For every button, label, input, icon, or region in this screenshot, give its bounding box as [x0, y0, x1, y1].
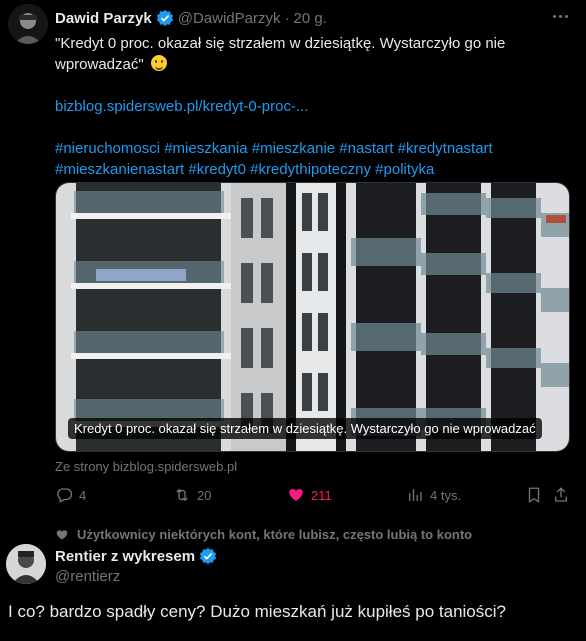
verified-badge-icon — [199, 547, 217, 565]
hashtags-line1[interactable]: #nieruchomosci #mieszkania #mieszkanie #… — [55, 140, 493, 157]
social-context: Użytkownicy niektórych kont, które lubis… — [55, 527, 472, 542]
retweet-count: 20 — [197, 487, 212, 503]
tweet-actions: 4 20 211 4 tys. — [55, 486, 570, 506]
building-photo — [56, 183, 569, 451]
hashtags-line2[interactable]: #mieszkanienastart #kredyt0 #kredythipot… — [55, 161, 434, 178]
heart-icon — [56, 529, 68, 540]
article-link[interactable]: bizblog.spidersweb.pl/kredyt-0-proc-... — [55, 98, 308, 115]
reply-header: Rentier z wykresem — [55, 547, 221, 565]
tweet-text-line1: "Kredyt 0 proc. okazał się strzałem w dz… — [55, 35, 506, 52]
reply-author-avatar[interactable] — [6, 544, 46, 584]
view-count: 4 tys. — [430, 487, 462, 503]
reply-author-name[interactable]: Rentier z wykresem — [55, 548, 195, 565]
share-icon — [555, 487, 567, 502]
reply-icon — [57, 488, 73, 503]
tweet-time[interactable]: 20 g. — [293, 10, 326, 27]
views-icon — [409, 489, 422, 501]
social-context-text: Użytkownicy niektórych kont, które lubis… — [77, 527, 473, 542]
reply-author-handle[interactable]: @rentierz — [55, 568, 120, 585]
grinning-face-emoji-icon — [150, 55, 167, 71]
more-options-icon[interactable] — [550, 9, 570, 23]
retweet-icon — [176, 488, 188, 502]
like-button[interactable]: 211 — [287, 486, 332, 504]
author-avatar[interactable] — [8, 4, 48, 44]
separator-dot: · — [284, 9, 290, 27]
tweet-header: Dawid Parzyk @DawidParzyk · 20 g. — [55, 9, 327, 27]
verified-badge-icon — [156, 9, 174, 27]
reply-text: I co? bardzo spadły ceny? Dużo mieszkań … — [8, 602, 506, 621]
retweet-button[interactable]: 20 — [173, 486, 211, 504]
share-button[interactable] — [552, 486, 570, 504]
link-card-image[interactable]: Kredyt 0 proc. okazał się strzałem w dzi… — [55, 182, 570, 452]
tweet-text-line2: wprowadzać" — [55, 56, 144, 73]
views-button[interactable]: 4 tys. — [406, 486, 461, 504]
media-caption: Kredyt 0 proc. okazał się strzałem w dzi… — [68, 418, 542, 439]
bookmark-button[interactable] — [525, 486, 543, 504]
link-source[interactable]: Ze strony bizblog.spidersweb.pl — [55, 459, 237, 474]
author-handle[interactable]: @DawidParzyk — [178, 10, 281, 27]
reply-button[interactable]: 4 — [55, 486, 86, 504]
heart-filled-icon — [289, 488, 303, 501]
bookmark-icon — [528, 487, 540, 504]
tweet-text: "Kredyt 0 proc. okazał się strzałem w dz… — [55, 33, 535, 180]
like-count: 211 — [311, 487, 332, 503]
reply-count: 4 — [79, 487, 87, 503]
author-name[interactable]: Dawid Parzyk — [55, 10, 152, 27]
